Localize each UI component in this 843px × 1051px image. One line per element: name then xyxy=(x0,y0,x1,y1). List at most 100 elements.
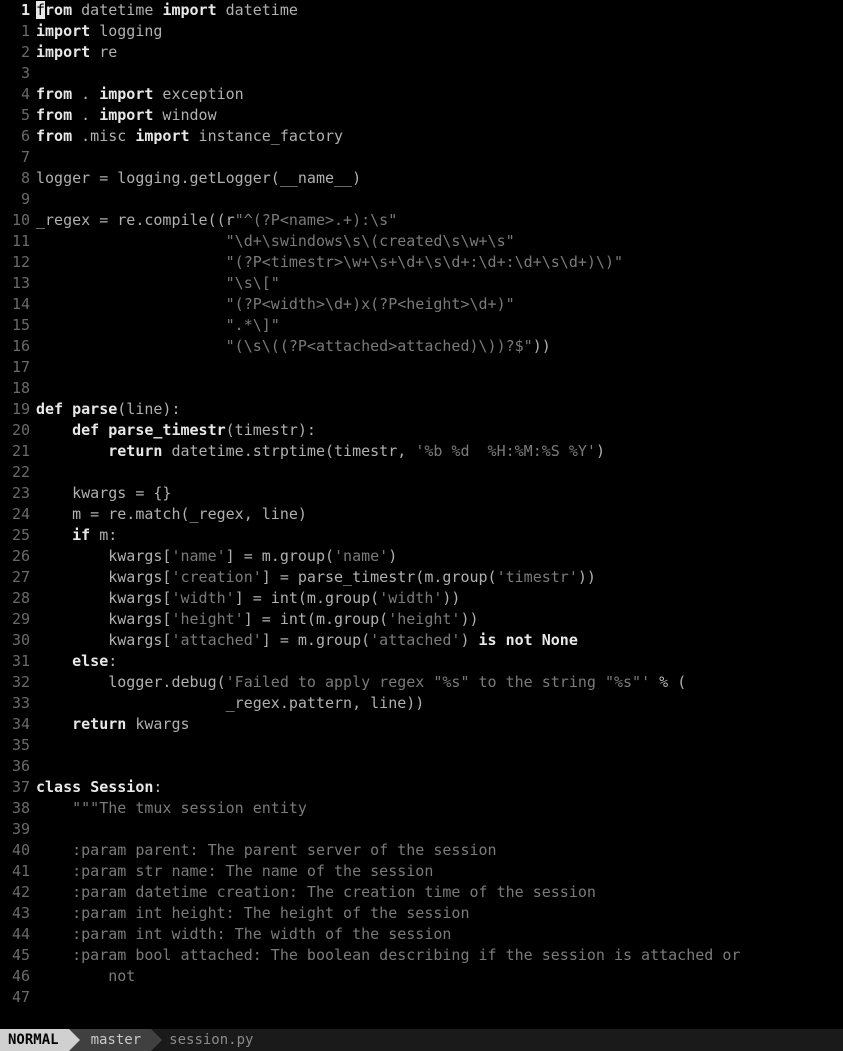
code-line[interactable] xyxy=(36,987,843,1008)
line-number: 18 xyxy=(0,378,30,399)
code-line[interactable]: _regex = re.compile((r"^(?P<name>.+):\s" xyxy=(36,210,843,231)
line-number: 44 xyxy=(0,924,30,945)
token-id: )) xyxy=(533,337,551,355)
token-kw: import xyxy=(36,22,90,40)
code-line[interactable]: "\s\[" xyxy=(36,273,843,294)
code-line[interactable]: class Session: xyxy=(36,777,843,798)
code-content[interactable]: from datetime import datetimeimport logg… xyxy=(36,0,843,1029)
token-pun: exception xyxy=(153,85,243,103)
line-number: 3 xyxy=(0,63,30,84)
line-number: 14 xyxy=(0,294,30,315)
code-line[interactable] xyxy=(36,735,843,756)
token-id xyxy=(36,421,72,439)
code-line[interactable]: ".*\]" xyxy=(36,315,843,336)
line-number: 12 xyxy=(0,252,30,273)
code-line[interactable]: not xyxy=(36,966,843,987)
code-line[interactable]: return datetime.strptime(timestr, '%b %d… xyxy=(36,441,843,462)
line-number: 17 xyxy=(0,357,30,378)
code-line[interactable]: m = re.match(_regex, line) xyxy=(36,504,843,525)
line-number: 2 xyxy=(0,42,30,63)
token-id: datetime.strptime(timestr, xyxy=(162,442,415,460)
code-line[interactable]: import logging xyxy=(36,21,843,42)
code-line[interactable] xyxy=(36,147,843,168)
token-id: kwargs[ xyxy=(36,568,171,586)
token-kw: return xyxy=(72,715,126,733)
code-line[interactable]: from datetime import datetime xyxy=(36,0,843,21)
code-line[interactable] xyxy=(36,819,843,840)
code-line[interactable]: def parse(line): xyxy=(36,399,843,420)
code-line[interactable]: :param parent: The parent server of the … xyxy=(36,840,843,861)
line-number: 16 xyxy=(0,336,30,357)
token-kw: from xyxy=(36,127,72,145)
token-kw: rom xyxy=(45,1,72,19)
code-line[interactable] xyxy=(36,189,843,210)
line-number: 7 xyxy=(0,147,30,168)
code-line[interactable]: return kwargs xyxy=(36,714,843,735)
code-line[interactable]: logger = logging.getLogger(__name__) xyxy=(36,168,843,189)
token-kw: if xyxy=(72,526,90,544)
token-id xyxy=(36,316,226,334)
code-line[interactable] xyxy=(36,462,843,483)
code-line[interactable] xyxy=(36,357,843,378)
token-id: kwargs = {} xyxy=(36,484,171,502)
token-str: 'attached' xyxy=(171,631,261,649)
token-id: kwargs[ xyxy=(36,631,171,649)
code-line[interactable]: "(?P<timestr>\w+\s+\d+\s\d+:\d+:\d+\s\d+… xyxy=(36,252,843,273)
code-line[interactable]: :param datetime creation: The creation t… xyxy=(36,882,843,903)
code-line[interactable] xyxy=(36,63,843,84)
line-number: 10 xyxy=(0,210,30,231)
token-id xyxy=(36,526,72,544)
line-number: 6 xyxy=(0,126,30,147)
token-id xyxy=(99,421,108,439)
token-str: 'width' xyxy=(379,589,442,607)
token-id xyxy=(36,337,226,355)
code-line[interactable]: import re xyxy=(36,42,843,63)
code-line[interactable] xyxy=(36,378,843,399)
code-line[interactable]: kwargs['name'] = m.group('name') xyxy=(36,546,843,567)
code-line[interactable]: kwargs = {} xyxy=(36,483,843,504)
code-line[interactable]: kwargs['width'] = int(m.group('width')) xyxy=(36,588,843,609)
branch-name: master xyxy=(91,1030,142,1051)
code-line[interactable]: else: xyxy=(36,651,843,672)
code-line[interactable]: from . import exception xyxy=(36,84,843,105)
token-str: '%b %d %H:%M:%S %Y' xyxy=(415,442,596,460)
line-number: 21 xyxy=(0,441,30,462)
code-line[interactable] xyxy=(36,756,843,777)
line-number: 30 xyxy=(0,630,30,651)
code-line[interactable]: kwargs['creation'] = parse_timestr(m.gro… xyxy=(36,567,843,588)
token-str: :param parent: The parent server of the … xyxy=(36,841,497,859)
code-line[interactable]: :param bool attached: The boolean descri… xyxy=(36,945,843,966)
code-line[interactable]: _regex.pattern, line)) xyxy=(36,693,843,714)
line-number: 25 xyxy=(0,525,30,546)
token-id: (timestr): xyxy=(226,421,316,439)
code-line[interactable]: """The tmux session entity xyxy=(36,798,843,819)
code-line[interactable]: "\d+\swindows\s\(created\s\w+\s" xyxy=(36,231,843,252)
code-line[interactable]: "(?P<width>\d+)x(?P<height>\d+)" xyxy=(36,294,843,315)
code-line[interactable]: from .misc import instance_factory xyxy=(36,126,843,147)
code-line[interactable]: kwargs['height'] = int(m.group('height')… xyxy=(36,609,843,630)
token-id: kwargs[ xyxy=(36,589,171,607)
token-id: )) xyxy=(578,568,596,586)
code-line[interactable]: logger.debug('Failed to apply regex "%s"… xyxy=(36,672,843,693)
token-cursor: f xyxy=(36,1,45,19)
token-kw: else xyxy=(72,652,108,670)
token-str: 'creation' xyxy=(171,568,261,586)
token-kw: import xyxy=(36,43,90,61)
code-line[interactable]: "(\s\((?P<attached>attached)\))?$")) xyxy=(36,336,843,357)
line-number: 24 xyxy=(0,504,30,525)
token-id: ] = m.group( xyxy=(262,631,370,649)
code-line[interactable]: def parse_timestr(timestr): xyxy=(36,420,843,441)
line-number: 27 xyxy=(0,567,30,588)
code-line[interactable]: kwargs['attached'] = m.group('attached')… xyxy=(36,630,843,651)
code-line[interactable]: :param int height: The height of the ses… xyxy=(36,903,843,924)
code-line[interactable]: :param int width: The width of the sessi… xyxy=(36,924,843,945)
code-line[interactable]: if m: xyxy=(36,525,843,546)
token-fn: parse_timestr xyxy=(108,421,225,439)
code-line[interactable]: from . import window xyxy=(36,105,843,126)
token-id: : xyxy=(153,778,162,796)
line-number: 41 xyxy=(0,861,30,882)
token-id: ) xyxy=(460,631,478,649)
editor-area[interactable]: 1123456789101112131415161718192021222324… xyxy=(0,0,843,1029)
token-pun: . xyxy=(72,106,99,124)
code-line[interactable]: :param str name: The name of the session xyxy=(36,861,843,882)
